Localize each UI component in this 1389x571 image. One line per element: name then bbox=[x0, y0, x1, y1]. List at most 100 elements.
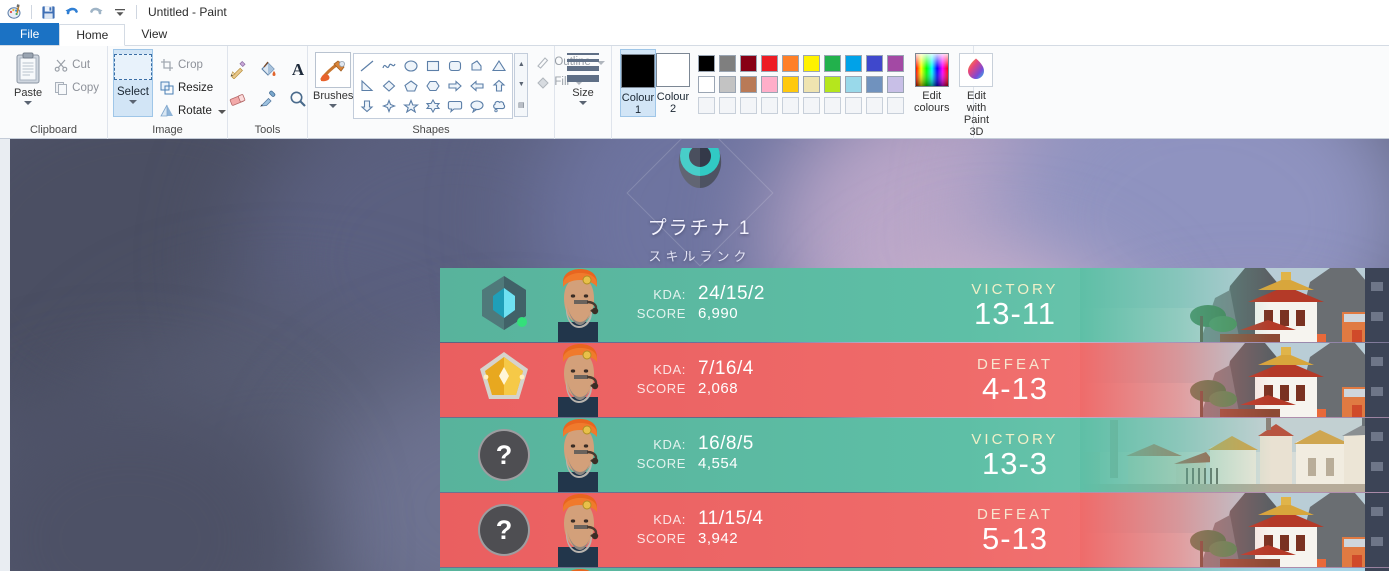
palette-swatch-1-5[interactable] bbox=[803, 76, 820, 93]
palette-swatch-0-1[interactable] bbox=[719, 55, 736, 72]
shape-up-arrow[interactable] bbox=[488, 76, 510, 96]
palette-swatch-1-3[interactable] bbox=[761, 76, 778, 93]
size-label: Size bbox=[572, 87, 594, 99]
shape-four-point-star[interactable] bbox=[378, 96, 400, 116]
palette-swatch-1-1[interactable] bbox=[719, 76, 736, 93]
shape-right-arrow[interactable] bbox=[444, 76, 466, 96]
tab-home[interactable]: Home bbox=[59, 24, 126, 46]
match-row[interactable]: KDA: 7/16/4 SCORE 2,068 DEFEAT 4-13 bbox=[440, 343, 1389, 417]
palette-swatch-1-6[interactable] bbox=[824, 76, 841, 93]
customize-qat-icon[interactable] bbox=[109, 2, 131, 22]
shape-polygon[interactable] bbox=[466, 56, 488, 76]
shapes-gallery-scrollbar[interactable]: ▲ ▼ ▤ bbox=[514, 53, 529, 117]
palette-swatch-0-8[interactable] bbox=[866, 55, 883, 72]
shape-curve[interactable] bbox=[378, 56, 400, 76]
resize-button[interactable]: Resize bbox=[157, 78, 229, 98]
palette-swatch-2-5[interactable] bbox=[803, 97, 820, 114]
shape-oval-callout[interactable] bbox=[466, 96, 488, 116]
palette-swatch-0-6[interactable] bbox=[824, 55, 841, 72]
shape-rectangle[interactable] bbox=[422, 56, 444, 76]
palette-swatch-0-9[interactable] bbox=[887, 55, 904, 72]
rotate-button[interactable]: Rotate bbox=[157, 101, 229, 121]
shape-cloud-callout[interactable] bbox=[488, 96, 510, 116]
palette-swatch-0-2[interactable] bbox=[740, 55, 757, 72]
palette-swatch-1-0[interactable] bbox=[698, 76, 715, 93]
match-row[interactable]: ? KDA: 16/8/5 SCORE 4,554 VICTORY 13-3 bbox=[440, 418, 1389, 492]
match-row[interactable]: KDA: 24/15/2 SCORE 6,990 VICTORY 13-11 bbox=[440, 268, 1389, 342]
chevron-down-icon[interactable] bbox=[329, 104, 338, 108]
select-button[interactable]: Select bbox=[113, 49, 153, 117]
chevron-down-icon[interactable] bbox=[579, 101, 587, 105]
palette-swatch-1-2[interactable] bbox=[740, 76, 757, 93]
palette-swatch-0-0[interactable] bbox=[698, 55, 715, 72]
shape-oval[interactable] bbox=[400, 56, 422, 76]
chevron-down-icon[interactable] bbox=[129, 100, 137, 104]
cut-button[interactable]: Cut bbox=[51, 55, 102, 75]
match-row[interactable]: ? KDA: 11/15/4 SCORE 3,942 DEFEAT 5-13 bbox=[440, 493, 1389, 567]
pencil-icon[interactable] bbox=[224, 55, 252, 83]
palette-swatch-2-4[interactable] bbox=[782, 97, 799, 114]
save-icon[interactable] bbox=[37, 2, 59, 22]
palette-swatch-2-0[interactable] bbox=[698, 97, 715, 114]
result-score: 5-13 bbox=[981, 520, 1049, 556]
tab-file[interactable]: File bbox=[0, 23, 60, 45]
palette-swatch-1-4[interactable] bbox=[782, 76, 799, 93]
gallery-expand-icon[interactable]: ▤ bbox=[518, 102, 525, 109]
paste-button[interactable]: Paste bbox=[5, 49, 51, 105]
shape-rounded-callout[interactable] bbox=[444, 96, 466, 116]
scroll-up-icon[interactable]: ▲ bbox=[518, 61, 525, 68]
colour-2-swatch bbox=[656, 53, 690, 87]
shape-down-arrow[interactable] bbox=[356, 96, 378, 116]
shape-right-triangle[interactable] bbox=[356, 76, 378, 96]
palette-swatch-0-5[interactable] bbox=[803, 55, 820, 72]
rotate-label: Rotate bbox=[178, 105, 212, 117]
shape-diamond[interactable] bbox=[378, 76, 400, 96]
shape-five-point-star[interactable] bbox=[400, 96, 422, 116]
shape-rounded-rectangle[interactable] bbox=[444, 56, 466, 76]
copy-icon bbox=[55, 82, 68, 95]
shape-line[interactable] bbox=[356, 56, 378, 76]
edit-with-paint3d-button[interactable]: Edit with Paint 3D bbox=[959, 49, 994, 138]
ribbon-group-tools: A Tools bbox=[228, 46, 308, 139]
colour-2-button[interactable]: Colour 2 bbox=[656, 49, 690, 117]
score-label: SCORE bbox=[636, 381, 686, 396]
palette-swatch-1-9[interactable] bbox=[887, 76, 904, 93]
edit-colours-button[interactable]: Edit colours bbox=[914, 49, 949, 114]
crop-button[interactable]: Crop bbox=[157, 55, 229, 75]
paint-app-icon[interactable] bbox=[4, 2, 26, 22]
chevron-down-icon[interactable] bbox=[24, 101, 33, 105]
score-label: SCORE bbox=[636, 531, 686, 546]
shape-six-point-star[interactable] bbox=[422, 96, 444, 116]
tab-view[interactable]: View bbox=[125, 23, 183, 45]
palette-swatch-0-4[interactable] bbox=[782, 55, 799, 72]
eraser-icon[interactable] bbox=[224, 85, 252, 113]
score-line: SCORE 2,068 bbox=[630, 380, 754, 402]
kda-value: 24/15/2 bbox=[698, 283, 765, 304]
shape-pentagon[interactable] bbox=[400, 76, 422, 96]
paint-window: Untitled - Paint File Home View Paste Cu… bbox=[0, 0, 1389, 571]
paint-canvas-area[interactable]: プラチナ 1 スキルランク KDA: 24/15/2 SCORE 6,990 V… bbox=[0, 139, 1389, 571]
palette-swatch-2-2[interactable] bbox=[740, 97, 757, 114]
palette-swatch-1-7[interactable] bbox=[845, 76, 862, 93]
copy-button[interactable]: Copy bbox=[51, 78, 102, 98]
shape-left-arrow[interactable] bbox=[466, 76, 488, 96]
shape-triangle[interactable] bbox=[488, 56, 510, 76]
colour-1-button[interactable]: Colour 1 bbox=[620, 49, 656, 117]
redo-icon[interactable] bbox=[85, 2, 107, 22]
palette-swatch-1-8[interactable] bbox=[866, 76, 883, 93]
size-button[interactable]: Size bbox=[560, 49, 606, 105]
palette-swatch-2-1[interactable] bbox=[719, 97, 736, 114]
palette-swatch-2-9[interactable] bbox=[887, 97, 904, 114]
colour-picker-icon[interactable] bbox=[254, 85, 282, 113]
palette-swatch-2-6[interactable] bbox=[824, 97, 841, 114]
brushes-button[interactable]: Brushes bbox=[313, 49, 353, 108]
shape-hexagon[interactable] bbox=[422, 76, 444, 96]
fill-with-colour-icon[interactable] bbox=[254, 55, 282, 83]
scroll-down-icon[interactable]: ▼ bbox=[518, 81, 525, 88]
palette-swatch-2-3[interactable] bbox=[761, 97, 778, 114]
palette-swatch-2-7[interactable] bbox=[845, 97, 862, 114]
palette-swatch-2-8[interactable] bbox=[866, 97, 883, 114]
undo-icon[interactable] bbox=[61, 2, 83, 22]
palette-swatch-0-3[interactable] bbox=[761, 55, 778, 72]
palette-swatch-0-7[interactable] bbox=[845, 55, 862, 72]
